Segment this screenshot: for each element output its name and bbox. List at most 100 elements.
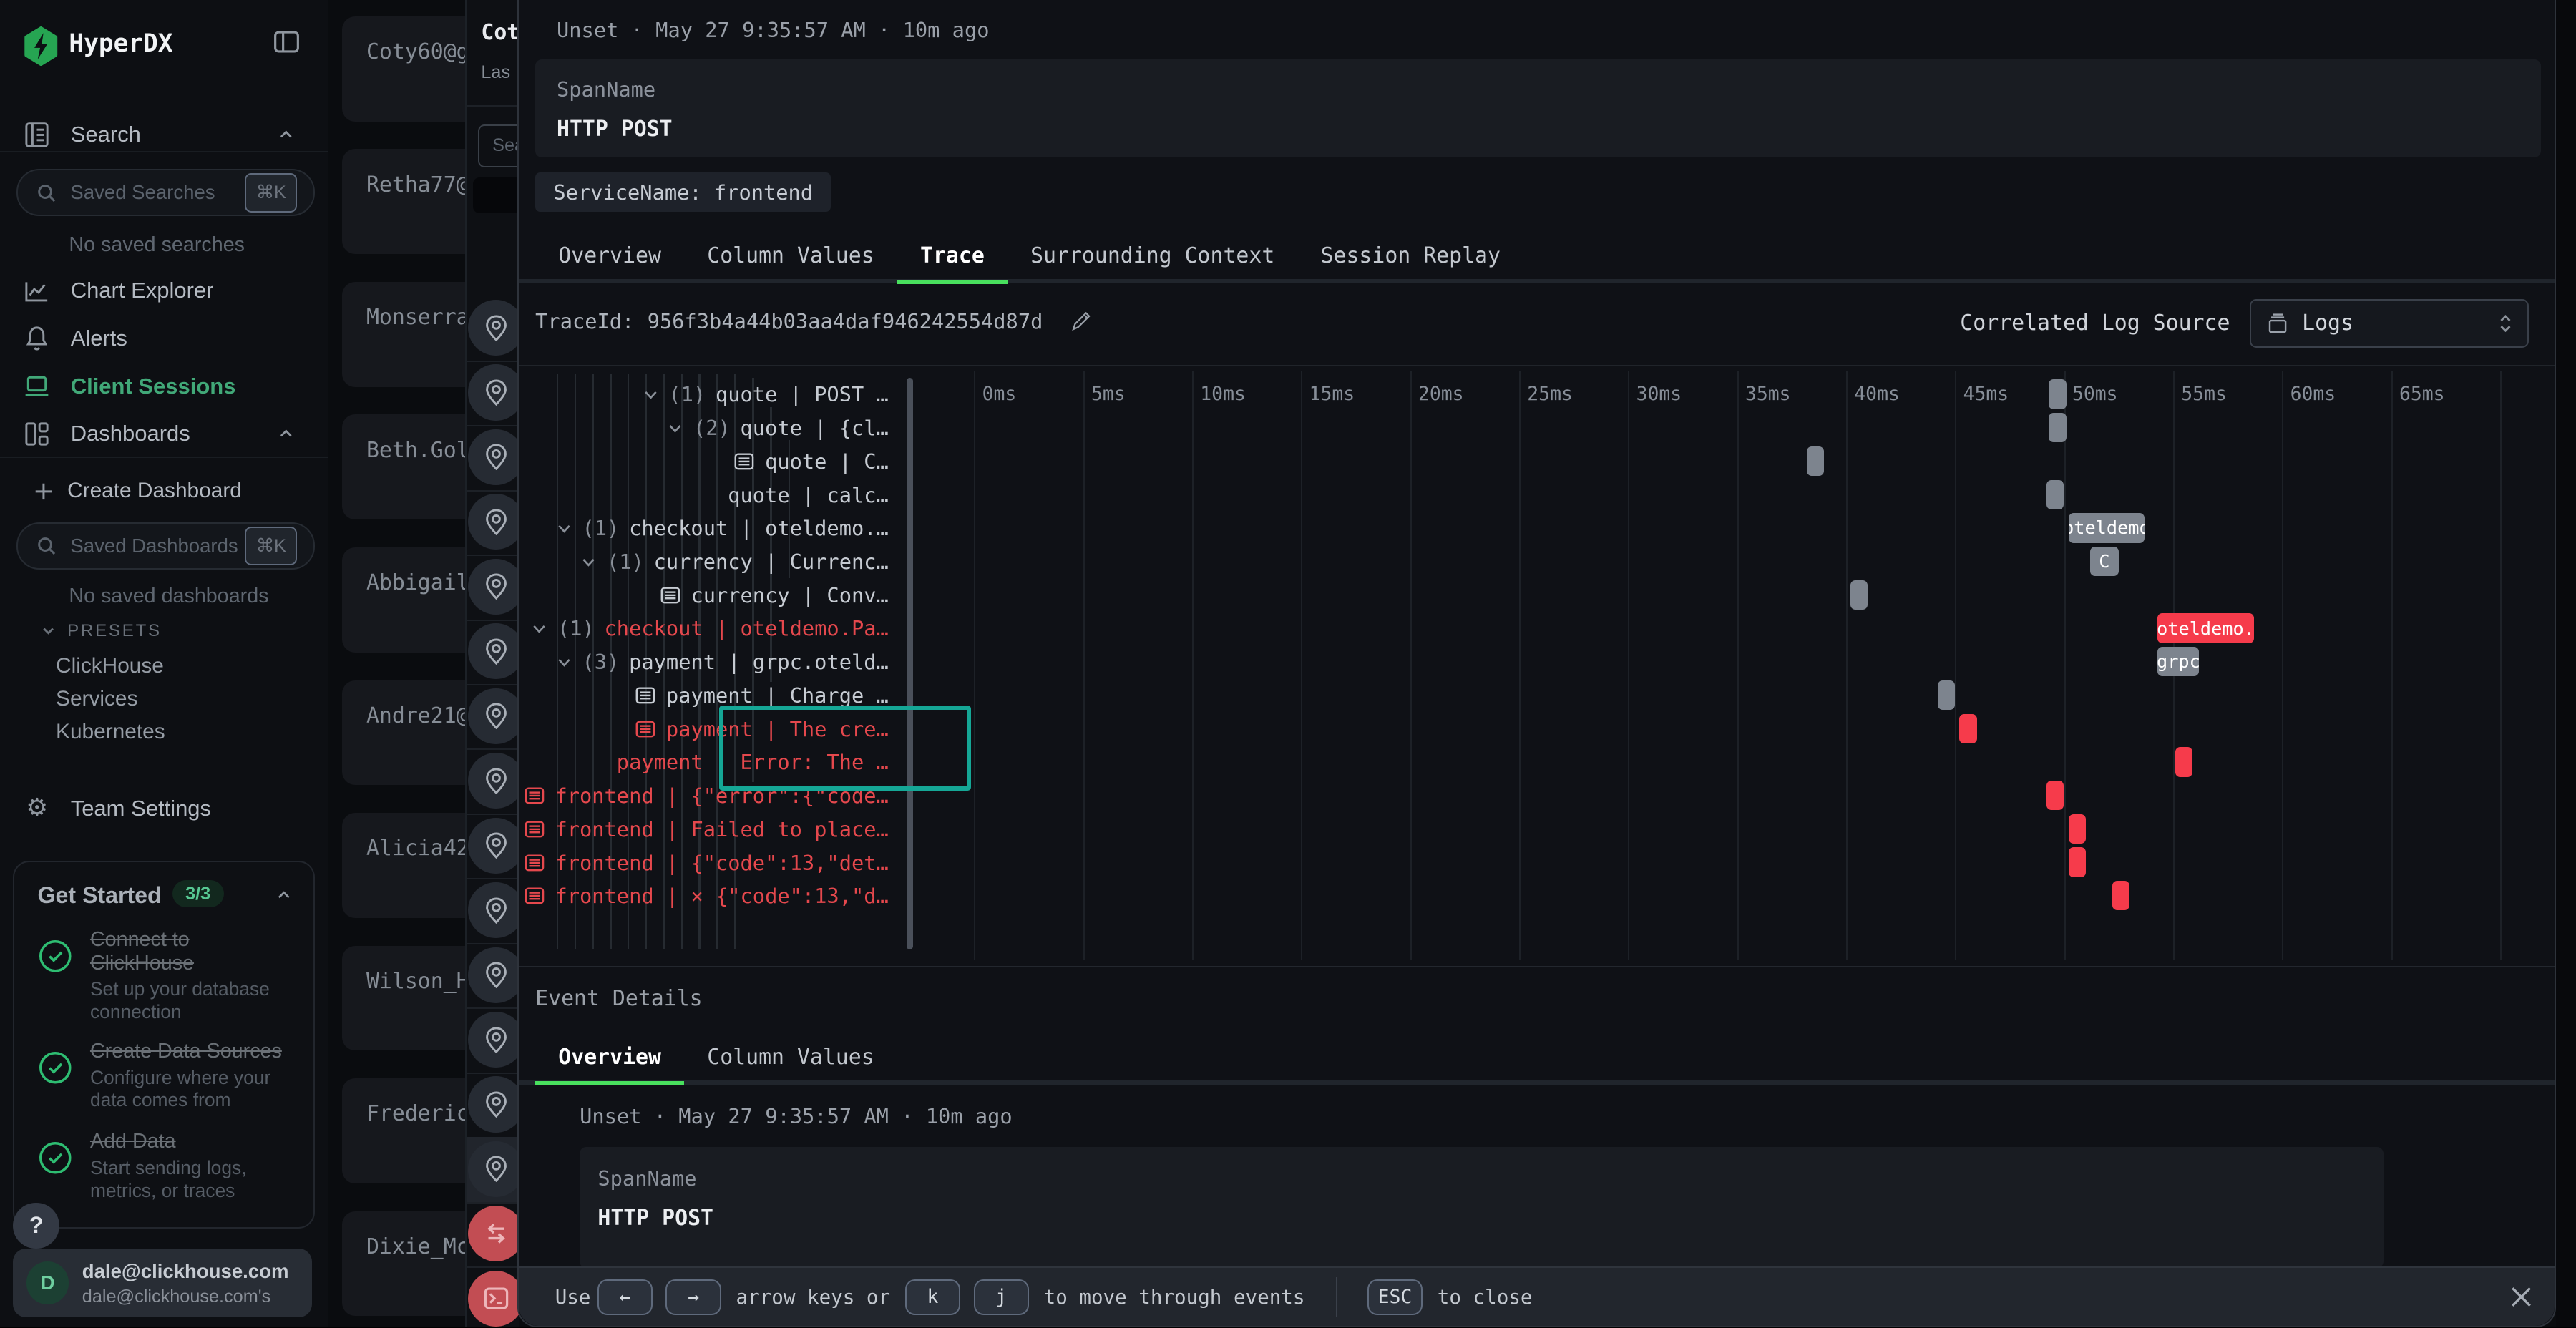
- trace-span-row[interactable]: currency | Conv…: [519, 578, 974, 612]
- log-source-select[interactable]: Logs: [2250, 299, 2529, 348]
- chevron-up-icon[interactable]: [274, 885, 294, 905]
- j-key[interactable]: j: [974, 1279, 1029, 1315]
- arrow-right-key[interactable]: →: [665, 1279, 721, 1315]
- collapse-sidebar-icon[interactable]: [273, 28, 301, 56]
- trace-span-bar[interactable]: [2112, 881, 2129, 910]
- trace-span-row[interactable]: payment | Error: The …: [519, 746, 974, 779]
- trace-span-bar[interactable]: [2069, 847, 2086, 877]
- trace-span-row[interactable]: payment | The cre…: [519, 712, 974, 746]
- trace-span-row[interactable]: quote | calc…: [519, 478, 974, 512]
- trace-span-row[interactable]: (3)payment | grpc.oteld…: [519, 645, 974, 679]
- trace-span-bar[interactable]: grpc: [2157, 647, 2199, 676]
- trace-span-row[interactable]: frontend | {"code":13,"det…: [519, 846, 974, 879]
- trace-span-row[interactable]: payment | Charge …: [519, 679, 974, 713]
- trace-span-row[interactable]: (1)quote | POST …: [519, 378, 974, 411]
- close-icon[interactable]: [2507, 1283, 2535, 1311]
- session-toggle-button[interactable]: [473, 177, 519, 214]
- service-name-chip[interactable]: ServiceName: frontend: [535, 172, 831, 212]
- session-event-row[interactable]: [467, 425, 519, 491]
- session-card[interactable]: Abbigail: [342, 547, 465, 653]
- session-card[interactable]: Andre21@: [342, 680, 465, 786]
- sidebar-item-dashboards[interactable]: Dashboards: [0, 414, 328, 454]
- session-card[interactable]: Wilson_H: [342, 946, 465, 1051]
- tab-overview[interactable]: Overview: [535, 230, 684, 283]
- event-details-tab-column-values[interactable]: Column Values: [684, 1032, 897, 1085]
- session-event-row[interactable]: [467, 878, 519, 944]
- chevron-up-icon[interactable]: [276, 125, 296, 145]
- session-card[interactable]: Retha77@: [342, 149, 465, 254]
- session-card[interactable]: Frederic: [342, 1078, 465, 1183]
- trace-span-row[interactable]: (2)quote | {cl…: [519, 411, 974, 445]
- presets-section-toggle[interactable]: PRESETS: [39, 621, 162, 641]
- user-menu[interactable]: D dale@clickhouse.com dale@clickhouse.co…: [13, 1249, 312, 1317]
- chevron-down-icon[interactable]: [556, 654, 572, 670]
- trace-span-row[interactable]: frontend | Failed to place…: [519, 812, 974, 846]
- session-event-row[interactable]: [467, 684, 519, 750]
- esc-key[interactable]: ESC: [1367, 1279, 1423, 1315]
- session-card[interactable]: Beth.Gol: [342, 414, 465, 519]
- session-card[interactable]: Alicia42: [342, 813, 465, 918]
- sidebar-item-search[interactable]: Search: [0, 115, 328, 155]
- session-event-row[interactable]: [467, 1007, 519, 1073]
- trace-span-bar[interactable]: oteldemo: [2069, 513, 2145, 542]
- session-event-row[interactable]: [467, 1073, 519, 1138]
- trace-span-bar[interactable]: oteldemo.: [2157, 613, 2253, 643]
- tab-column-values[interactable]: Column Values: [684, 230, 897, 283]
- get-started-item[interactable]: Add Data Start sending logs, metrics, or…: [34, 1130, 297, 1202]
- chevron-down-icon[interactable]: [556, 520, 572, 537]
- get-started-item[interactable]: Connect to ClickHouse Set up your databa…: [34, 928, 297, 1024]
- session-event-row[interactable]: [467, 943, 519, 1009]
- session-event-row[interactable]: [467, 748, 519, 814]
- trace-span-row[interactable]: frontend | × {"code":13,"d…: [519, 879, 974, 913]
- sidebar-item-services[interactable]: Services: [56, 687, 137, 711]
- trace-span-bar[interactable]: [2069, 814, 2086, 844]
- trace-span-bar[interactable]: [2175, 747, 2192, 776]
- chevron-down-icon[interactable]: [580, 554, 597, 570]
- saved-searches-input[interactable]: Saved Searches ⌘K: [16, 169, 315, 216]
- session-card[interactable]: Coty60@g: [342, 16, 465, 122]
- tab-trace[interactable]: Trace: [897, 230, 1008, 283]
- trace-span-bar[interactable]: C: [2090, 547, 2119, 576]
- tab-surrounding-context[interactable]: Surrounding Context: [1008, 230, 1297, 283]
- sidebar-item-alerts[interactable]: Alerts: [0, 318, 328, 358]
- k-key[interactable]: k: [905, 1279, 960, 1315]
- chevron-down-icon[interactable]: [667, 420, 683, 436]
- session-event-row[interactable]: [467, 1202, 519, 1268]
- sidebar-item-clickhouse[interactable]: ClickHouse: [56, 654, 164, 678]
- session-event-row[interactable]: [467, 1266, 519, 1327]
- sidebar-item-client-sessions[interactable]: Client Sessions: [0, 366, 328, 406]
- sidebar-item-chart-explorer[interactable]: Chart Explorer: [0, 271, 328, 311]
- trace-span-bar[interactable]: [2046, 480, 2064, 509]
- chevron-up-icon[interactable]: [276, 424, 296, 444]
- event-details-tab-overview[interactable]: Overview: [535, 1032, 684, 1085]
- trace-span-bar[interactable]: [2049, 379, 2066, 409]
- create-dashboard-button[interactable]: Create Dashboard: [0, 472, 328, 511]
- session-event-row[interactable]: [467, 620, 519, 685]
- sidebar-item-kubernetes[interactable]: Kubernetes: [56, 720, 165, 744]
- session-card[interactable]: Monserra: [342, 282, 465, 387]
- trace-span-row[interactable]: (1)checkout | oteldemo.…: [519, 512, 974, 545]
- trace-span-bar[interactable]: [2049, 413, 2066, 442]
- saved-dashboards-input[interactable]: Saved Dashboards ⌘K: [16, 522, 315, 570]
- edit-pencil-icon[interactable]: [1069, 310, 1092, 333]
- trace-span-row[interactable]: frontend | {"error":{"code…: [519, 779, 974, 813]
- trace-span-row[interactable]: (1)checkout | oteldemo.Pa…: [519, 612, 974, 645]
- sidebar-item-team-settings[interactable]: ⚙ Team Settings: [0, 788, 328, 828]
- session-event-row[interactable]: [467, 490, 519, 556]
- trace-span-bar[interactable]: [1850, 580, 1868, 610]
- trace-span-row[interactable]: (1)currency | Currenc…: [519, 545, 974, 579]
- session-search-input[interactable]: Sea: [478, 125, 519, 167]
- session-event-row[interactable]: [467, 361, 519, 426]
- trace-span-bar[interactable]: [1938, 680, 1955, 710]
- help-button[interactable]: ?: [13, 1203, 59, 1249]
- trace-span-bar[interactable]: [2046, 781, 2064, 810]
- tab-session-replay[interactable]: Session Replay: [1297, 230, 1523, 283]
- session-card[interactable]: Dixie_Mc: [342, 1211, 465, 1317]
- modal-overlay-strip[interactable]: [2556, 0, 2576, 1327]
- arrow-left-key[interactable]: ←: [597, 1279, 653, 1315]
- session-event-row[interactable]: [467, 296, 519, 361]
- session-event-row[interactable]: [467, 1137, 519, 1203]
- session-event-row[interactable]: [467, 555, 519, 620]
- trace-span-row[interactable]: quote | C…: [519, 444, 974, 478]
- chevron-down-icon[interactable]: [643, 386, 659, 403]
